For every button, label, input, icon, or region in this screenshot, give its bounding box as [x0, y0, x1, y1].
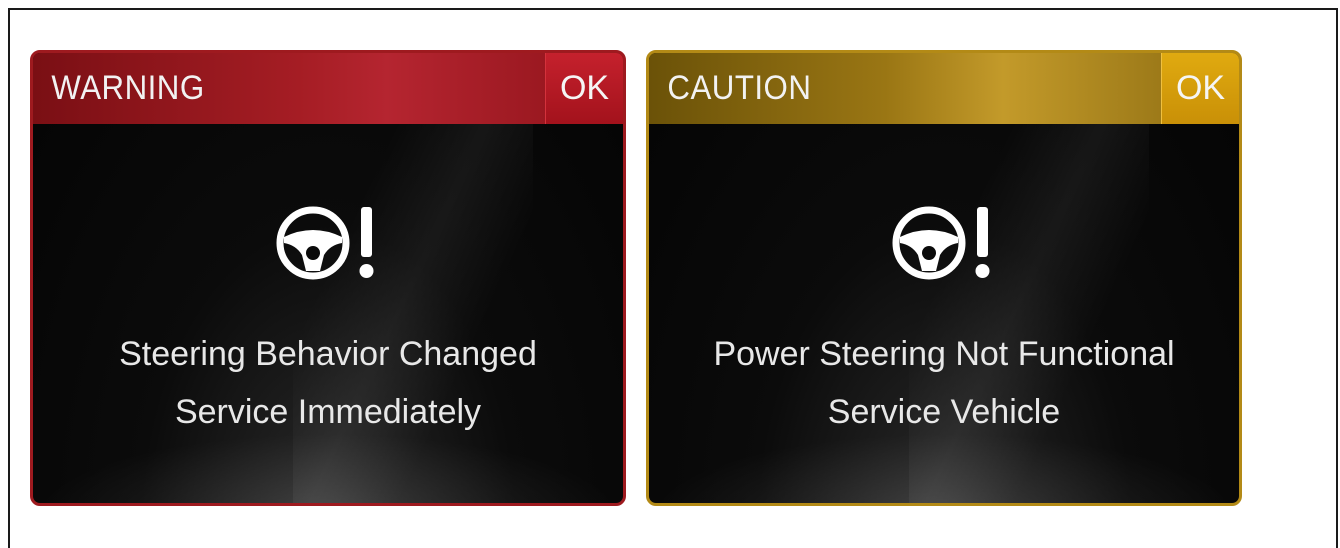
warning-title: WARNING	[51, 69, 205, 107]
caution-panel: CAUTION OK Power Steering Not Functional…	[646, 50, 1242, 506]
caution-message: Power Steering Not Functional Service Ve…	[649, 325, 1239, 441]
caution-ok-button[interactable]: OK	[1161, 53, 1239, 124]
warning-ok-button[interactable]: OK	[545, 53, 623, 124]
warning-panel: WARNING OK Steering Behavior Changed Ser…	[30, 50, 626, 506]
warning-header: WARNING OK	[33, 53, 623, 124]
steering-warning-icon	[276, 206, 374, 280]
steering-warning-icon	[892, 206, 990, 280]
warning-message: Steering Behavior Changed Service Immedi…	[33, 325, 623, 441]
caution-message-line1: Power Steering Not Functional	[713, 335, 1175, 373]
caution-title: CAUTION	[667, 69, 812, 107]
warning-message-line1: Steering Behavior Changed	[119, 335, 537, 373]
caution-header: CAUTION OK	[649, 53, 1239, 124]
